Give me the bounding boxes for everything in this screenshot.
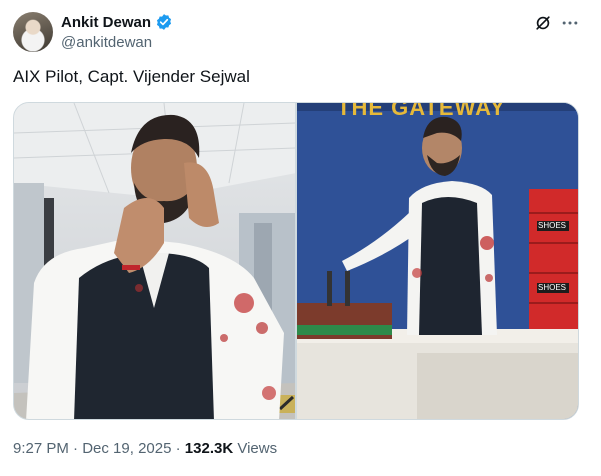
- tweet-text: AIX Pilot, Capt. Vijender Sejwal: [13, 67, 250, 86]
- tweet-date[interactable]: Dec 19, 2025: [82, 440, 171, 457]
- tweet-time[interactable]: 9:27 PM: [13, 440, 69, 457]
- avatar[interactable]: [13, 12, 53, 52]
- grok-icon[interactable]: [532, 12, 554, 34]
- tweet-meta: 9:27 PM · Dec 19, 2025 · 132.3K Views: [13, 440, 277, 457]
- tweet-card: Ankit Dewan @ankitdewan AIX Pilot, Capt.…: [0, 0, 601, 476]
- more-icon[interactable]: [559, 12, 581, 34]
- verified-badge-icon[interactable]: [155, 13, 173, 31]
- crate-label-2: SHOES: [538, 283, 567, 292]
- author-handle[interactable]: @ankitdewan: [61, 34, 152, 51]
- views-label: Views: [237, 440, 278, 457]
- gateway-sign: THE GATEWAY: [337, 103, 506, 120]
- photo-left[interactable]: [14, 103, 295, 419]
- media-grid: THE GATEWAY SHOES SHOES: [13, 102, 579, 420]
- photo-right-illustration: [297, 103, 578, 419]
- photo-right[interactable]: THE GATEWAY SHOES SHOES: [297, 103, 578, 419]
- meta-separator-1: ·: [73, 440, 79, 457]
- crate-label-1: SHOES: [538, 221, 567, 230]
- views-count: 132.3K: [184, 440, 234, 457]
- photo-left-illustration: [14, 103, 295, 419]
- author-name-row: Ankit Dewan: [61, 13, 173, 31]
- author-display-name[interactable]: Ankit Dewan: [61, 14, 151, 31]
- meta-separator-2: ·: [175, 440, 181, 457]
